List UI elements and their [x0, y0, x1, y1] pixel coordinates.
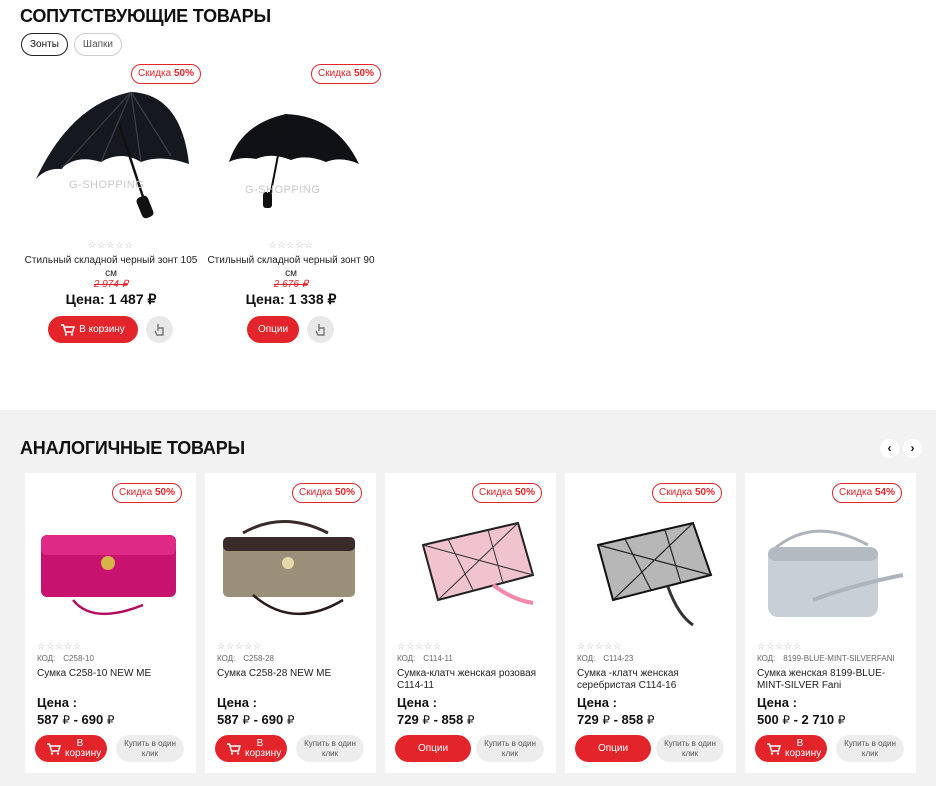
- options-label: Опции: [417, 743, 449, 754]
- price-label: Цена :: [397, 695, 437, 710]
- hand-pointer-icon: [314, 323, 325, 336]
- price-label: Цена :: [217, 695, 257, 710]
- price-label: Цена :: [577, 695, 617, 710]
- analog-product-card[interactable]: Скидка 50% ☆☆☆☆☆ КОД: C114-23 Сумка -клат…: [565, 473, 736, 773]
- rating-stars: ☆☆☆☆☆: [757, 641, 803, 651]
- analog-title: АНАЛОГИЧНЫЕ ТОВАРЫ: [20, 438, 245, 458]
- touch-button[interactable]: [146, 316, 173, 343]
- analog-section: АНАЛОГИЧНЫЕ ТОВАРЫ ‹ › Скидка 50% ☆☆☆☆☆ …: [0, 410, 936, 786]
- related-title: СОПУТСТВУЮЩИЕ ТОВАРЫ: [20, 6, 271, 26]
- old-price: 2 974 ₽: [93, 279, 129, 290]
- rating-stars: ☆☆☆☆☆: [217, 641, 263, 651]
- cart-icon: [61, 323, 76, 336]
- analog-product-card[interactable]: Скидка 54% ☆☆☆☆☆ КОД: 8199-BLUE-MINT-SILV…: [745, 473, 916, 773]
- hand-pointer-icon: [153, 323, 164, 336]
- product-name[interactable]: Сумка женская 8199-BLUE-MINT-SILVER Fani: [757, 668, 907, 692]
- related-product-card[interactable]: Скидка 50% G-SHOPPING ☆☆☆☆☆ Стильный скл…: [21, 62, 201, 352]
- price-range: 587 ₽ - 690 ₽: [37, 712, 115, 727]
- add-to-cart-button[interactable]: В корзину: [755, 735, 827, 762]
- product-image[interactable]: [753, 505, 908, 635]
- rating-stars: ☆☆☆☆☆: [397, 641, 443, 651]
- product-name[interactable]: Сумка C258-28 NEW ME: [217, 668, 367, 680]
- product-name[interactable]: Сумка -клатч женская серебристая C114-16: [577, 668, 727, 692]
- product-name[interactable]: Сумка C258-10 NEW ME: [37, 668, 187, 680]
- analog-product-card[interactable]: Скидка 50% ☆☆☆☆☆ КОД: C258-10 Сумка C258-…: [25, 473, 196, 773]
- product-name[interactable]: Сумка-клатч женская розовая C114-11: [397, 668, 547, 692]
- product-price: Цена: 1 487 ₽: [65, 291, 157, 307]
- watermark: G-SHOPPING: [245, 184, 321, 196]
- discount-badge: Скидка 50%: [292, 483, 362, 503]
- price-range: 729 ₽ - 858 ₽: [397, 712, 475, 727]
- rating-stars: ☆☆☆☆☆: [37, 641, 83, 651]
- tab-umbrellas[interactable]: Зонты: [21, 33, 68, 56]
- price-range: 500 ₽ - 2 710 ₽: [757, 712, 846, 727]
- product-image[interactable]: [33, 505, 188, 635]
- buy-one-click-button[interactable]: Купить в один клик: [296, 735, 364, 762]
- cart-icon: [227, 742, 241, 755]
- buy-one-click-button[interactable]: Купить в один клик: [476, 735, 544, 762]
- analog-product-card[interactable]: Скидка 50% ☆☆☆☆☆ КОД: C258-28 Сумка C258-…: [205, 473, 376, 773]
- product-image[interactable]: G-SHOPPING: [31, 84, 191, 234]
- analog-product-card[interactable]: Скидка 50% ☆☆☆☆☆ КОД: C114-11 Сумка-клатч…: [385, 473, 556, 773]
- cart-icon: [47, 742, 61, 755]
- product-code: КОД: C114-23: [577, 654, 634, 663]
- add-to-cart-button[interactable]: В корзину: [48, 316, 138, 343]
- discount-badge: Скидка 50%: [652, 483, 722, 503]
- product-code: КОД: C258-28: [217, 654, 274, 663]
- rating-stars: ☆☆☆☆☆: [88, 240, 134, 250]
- product-price: Цена: 1 338 ₽: [245, 291, 337, 307]
- options-button[interactable]: Опции: [395, 735, 471, 762]
- product-code: КОД: C258-10: [37, 654, 94, 663]
- chevron-right-icon[interactable]: ›: [903, 439, 922, 458]
- product-image[interactable]: [573, 505, 728, 635]
- related-section: СОПУТСТВУЮЩИЕ ТОВАРЫ Зонты Шапки Скидка …: [0, 0, 936, 410]
- touch-button[interactable]: [307, 316, 334, 343]
- buy-one-click-button[interactable]: Купить в один клик: [116, 735, 184, 762]
- price-label: Цена :: [37, 695, 77, 710]
- carousel-arrows: ‹ ›: [880, 439, 922, 458]
- discount-badge: Скидка 50%: [472, 483, 542, 503]
- cart-icon: [767, 742, 781, 755]
- add-to-cart-label: В корзину: [79, 324, 125, 335]
- related-tabs: Зонты Шапки: [21, 33, 123, 56]
- related-product-card[interactable]: Скидка 50% G-SHOPPING ☆☆☆☆☆ Стильный скл…: [201, 62, 381, 352]
- chevron-left-icon[interactable]: ‹: [880, 439, 899, 458]
- old-price: 2 676 ₽: [273, 279, 309, 290]
- price-range: 729 ₽ - 858 ₽: [577, 712, 655, 727]
- product-code: КОД: 8199-BLUE-MINT-SILVERFANI: [757, 654, 895, 663]
- discount-badge: Скидка 50%: [131, 64, 201, 84]
- product-image[interactable]: [393, 505, 548, 635]
- add-to-cart-button[interactable]: В корзину: [215, 735, 287, 762]
- discount-badge: Скидка 50%: [112, 483, 182, 503]
- rating-stars: ☆☆☆☆☆: [577, 641, 623, 651]
- buy-one-click-button[interactable]: Купить в один клик: [836, 735, 904, 762]
- options-label: Опции: [597, 743, 629, 754]
- add-to-cart-button[interactable]: В корзину: [35, 735, 107, 762]
- add-to-cart-label: В корзину: [785, 737, 822, 759]
- options-button[interactable]: Опции: [247, 316, 299, 343]
- price-range: 587 ₽ - 690 ₽: [217, 712, 295, 727]
- product-name[interactable]: Стильный складной черный зонт 90 см: [201, 254, 381, 280]
- add-to-cart-label: В корзину: [245, 737, 282, 759]
- watermark: G-SHOPPING: [69, 179, 145, 191]
- product-image[interactable]: [213, 505, 368, 635]
- rating-stars: ☆☆☆☆☆: [268, 240, 314, 250]
- add-to-cart-label: В корзину: [65, 737, 102, 759]
- discount-badge: Скидка 54%: [832, 483, 902, 503]
- tab-hats[interactable]: Шапки: [73, 33, 123, 56]
- product-image[interactable]: G-SHOPPING: [211, 84, 371, 234]
- options-button[interactable]: Опции: [575, 735, 651, 762]
- price-label: Цена :: [757, 695, 797, 710]
- product-code: КОД: C114-11: [397, 654, 453, 663]
- options-label: Опции: [257, 324, 289, 335]
- buy-one-click-button[interactable]: Купить в один клик: [656, 735, 724, 762]
- discount-badge: Скидка 50%: [311, 64, 381, 84]
- product-name[interactable]: Стильный складной черный зонт 105 см: [21, 254, 201, 280]
